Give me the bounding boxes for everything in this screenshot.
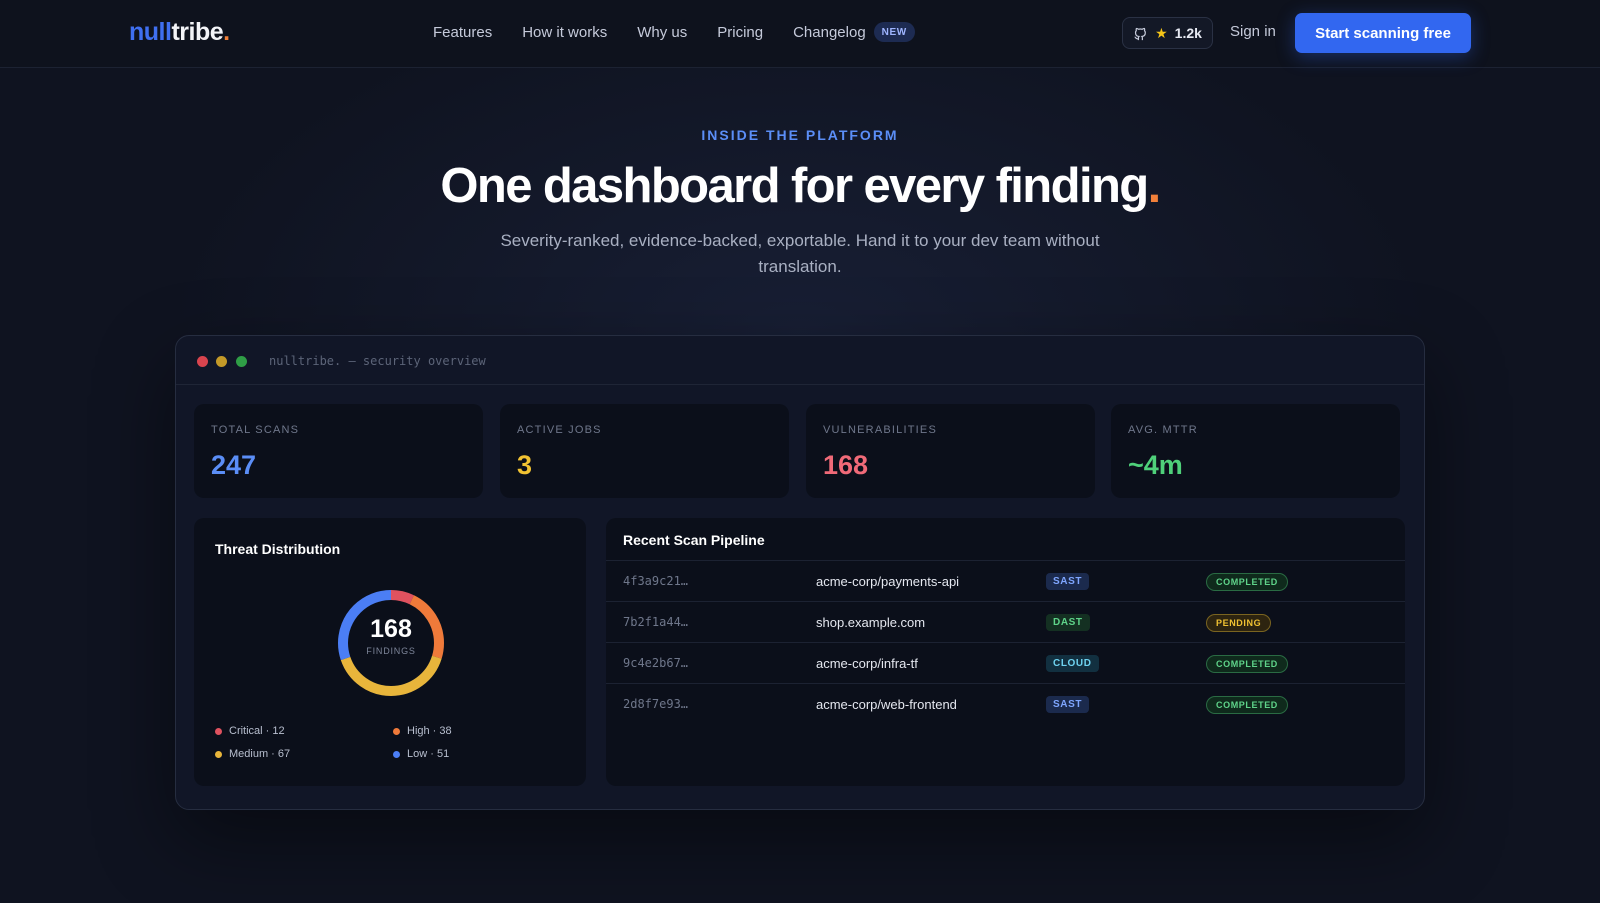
hero-subtitle: Severity-ranked, evidence-backed, export… [500, 231, 1100, 276]
status-badge: COMPLETED [1206, 573, 1288, 591]
window-title: nulltribe. — security overview [269, 354, 486, 368]
pipeline-title: Recent Scan Pipeline [623, 532, 765, 548]
start-scanning-button[interactable]: Start scanning free [1295, 13, 1471, 53]
nav-link-changelog[interactable]: Changelog [793, 24, 866, 41]
stat-card-avg-mttr: AVG. MTTR ~4m [1111, 404, 1400, 498]
logo-part-null: null [129, 18, 172, 46]
sign-in-link[interactable]: Sign in [1230, 23, 1276, 40]
github-icon [1133, 26, 1148, 41]
scan-type-badge: SAST [1046, 573, 1090, 590]
threat-panel-title: Threat Distribution [215, 541, 341, 557]
stat-label: ACTIVE JOBS [517, 424, 602, 436]
dashboard-window: nulltribe. — security overview TOTAL SCA… [175, 335, 1425, 810]
window-close-dot [197, 356, 208, 367]
table-row[interactable]: 9c4e2b67… acme-corp/infra-tf CLOUD COMPL… [606, 643, 1405, 684]
brand-logo[interactable]: nulltribe. [129, 18, 230, 47]
status-badge: COMPLETED [1206, 655, 1288, 673]
stat-label: TOTAL SCANS [211, 424, 300, 436]
window-minimize-dot [216, 356, 227, 367]
legend-low: Low · 51 [393, 748, 449, 760]
nav-link-pricing[interactable]: Pricing [717, 24, 763, 41]
donut-total: 168 [370, 615, 412, 643]
legend-critical: Critical · 12 [215, 725, 285, 737]
stat-value: 3 [517, 450, 533, 480]
table-row[interactable]: 4f3a9c21… acme-corp/payments-api SAST CO… [606, 561, 1405, 602]
scan-target: acme-corp/infra-tf [816, 656, 918, 671]
nav-link-features[interactable]: Features [433, 24, 492, 41]
nav-link-why-us[interactable]: Why us [637, 24, 687, 41]
stat-card-active-jobs: ACTIVE JOBS 3 [500, 404, 789, 498]
top-navbar: nulltribe. Features How it works Why us … [0, 0, 1600, 68]
legend-label: Critical · 12 [229, 725, 285, 737]
legend-label: Medium · 67 [229, 748, 291, 760]
table-row[interactable]: 2d8f7e93… acme-corp/web-frontend SAST CO… [606, 684, 1405, 725]
logo-dot: . [223, 18, 230, 46]
stat-card-total-scans: TOTAL SCANS 247 [194, 404, 483, 498]
github-stars-button[interactable]: ★ 1.2k [1122, 17, 1213, 49]
scan-id: 7b2f1a44… [623, 615, 689, 629]
scan-target: acme-corp/payments-api [816, 574, 960, 589]
scan-pipeline-panel: Recent Scan Pipeline 4f3a9c21… acme-corp… [606, 518, 1405, 786]
window-maximize-dot [236, 356, 247, 367]
status-badge: COMPLETED [1206, 696, 1288, 714]
stat-label: VULNERABILITIES [823, 424, 937, 436]
hero-headline: One dashboard for every finding. [0, 158, 1600, 214]
legend-medium: Medium · 67 [215, 748, 290, 760]
section-eyebrow: INSIDE THE PLATFORM [701, 127, 899, 143]
legend-label: Low · 51 [407, 748, 450, 760]
threat-distribution-panel: Threat Distribution 168 FINDINGS Critica… [194, 518, 586, 786]
window-titlebar: nulltribe. — security overview [176, 336, 1424, 385]
github-star-count: 1.2k [1174, 25, 1202, 41]
nav-links: Features How it works Why us Pricing Cha… [433, 22, 915, 42]
legend-swatch [215, 750, 222, 758]
stat-value: 168 [823, 450, 869, 480]
scan-type-badge: DAST [1046, 614, 1090, 631]
scan-type-badge: SAST [1046, 696, 1090, 713]
scan-target: acme-corp/web-frontend [816, 697, 957, 712]
donut-total-label: FINDINGS [366, 646, 416, 656]
hero-headline-text: One dashboard for every finding [440, 159, 1149, 213]
threat-donut-chart: 168 FINDINGS [336, 588, 446, 698]
stat-card-vulnerabilities: VULNERABILITIES 168 [806, 404, 1095, 498]
table-row[interactable]: 7b2f1a44… shop.example.com DAST PENDING [606, 602, 1405, 643]
star-icon: ★ [1155, 24, 1168, 41]
nav-link-how-it-works[interactable]: How it works [522, 24, 607, 41]
stat-value: ~4m [1128, 450, 1183, 480]
stat-label: AVG. MTTR [1128, 424, 1198, 436]
logo-part-tribe: tribe [171, 18, 224, 46]
legend-swatch [393, 727, 400, 735]
scan-type-badge: CLOUD [1046, 655, 1099, 672]
scan-id: 9c4e2b67… [623, 656, 689, 670]
new-badge: NEW [873, 22, 915, 42]
status-badge: PENDING [1206, 614, 1272, 632]
legend-swatch [215, 727, 222, 735]
stat-value: 247 [211, 450, 257, 480]
scan-id: 2d8f7e93… [623, 697, 689, 711]
legend-swatch [393, 750, 400, 758]
pipeline-header: Recent Scan Pipeline [606, 518, 1405, 561]
scan-id: 4f3a9c21… [623, 574, 689, 588]
legend-high: High · 38 [393, 725, 452, 737]
scan-target: shop.example.com [816, 615, 926, 630]
hero-headline-dot: . [1147, 159, 1162, 213]
legend-label: High · 38 [407, 725, 452, 737]
